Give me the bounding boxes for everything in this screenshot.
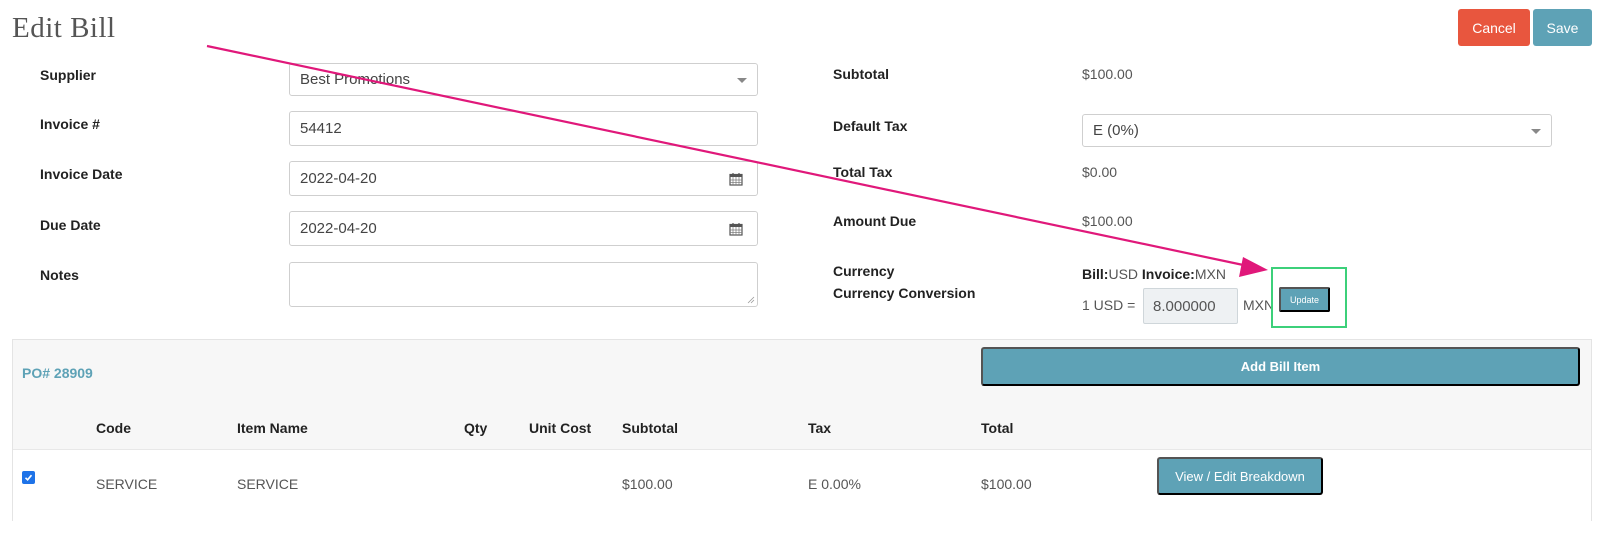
cell-total: $100.00 bbox=[981, 476, 1032, 492]
checkmark-icon bbox=[24, 474, 33, 481]
due-date-label: Due Date bbox=[40, 217, 101, 233]
currency-label: Currency bbox=[833, 263, 895, 279]
default-tax-select[interactable]: E (0%) bbox=[1082, 114, 1552, 147]
column-header-tax: Tax bbox=[808, 420, 832, 436]
supplier-value: Best Promotions bbox=[300, 71, 411, 88]
page-title: Edit Bill bbox=[12, 12, 116, 44]
amount-due-value: $100.00 bbox=[1082, 213, 1133, 229]
conversion-rate-input[interactable]: 8.000000 bbox=[1143, 288, 1238, 324]
view-edit-breakdown-button[interactable]: View / Edit Breakdown bbox=[1157, 457, 1323, 495]
cell-tax: E 0.00% bbox=[808, 476, 861, 492]
notes-label: Notes bbox=[40, 267, 79, 283]
save-button[interactable]: Save bbox=[1533, 9, 1592, 46]
supplier-label: Supplier bbox=[40, 67, 97, 83]
default-tax-value: E (0%) bbox=[1093, 122, 1139, 139]
column-header-code: Code bbox=[96, 420, 131, 436]
column-header-unit-cost: Unit Cost bbox=[529, 420, 592, 436]
highlight-box bbox=[1271, 267, 1347, 328]
calendar-icon[interactable] bbox=[729, 172, 743, 186]
invoice-number-value: 54412 bbox=[300, 120, 342, 137]
invoice-number-input[interactable]: 54412 bbox=[289, 111, 758, 146]
conversion-rate-value: 8.000000 bbox=[1153, 297, 1216, 315]
column-header-qty: Qty bbox=[464, 420, 488, 436]
cell-subtotal: $100.00 bbox=[622, 476, 673, 492]
subtotal-label: Subtotal bbox=[833, 66, 889, 82]
invoice-date-input[interactable]: 2022-04-20 bbox=[289, 161, 758, 196]
due-date-input[interactable]: 2022-04-20 bbox=[289, 211, 758, 246]
po-title: PO# 28909 bbox=[22, 365, 93, 381]
arrowhead-icon bbox=[1239, 257, 1268, 277]
column-header-subtotal: Subtotal bbox=[622, 420, 678, 436]
supplier-select[interactable]: Best Promotions bbox=[289, 63, 758, 96]
cell-item-name: SERVICE bbox=[237, 476, 299, 492]
default-tax-label: Default Tax bbox=[833, 118, 908, 134]
column-header-item-name: Item Name bbox=[237, 420, 308, 436]
column-header-total: Total bbox=[981, 420, 1014, 436]
add-bill-item-button[interactable]: Add Bill Item bbox=[981, 347, 1580, 386]
conversion-suffix: MXN bbox=[1243, 297, 1275, 313]
resize-grip-icon[interactable] bbox=[747, 296, 755, 304]
total-tax-value: $0.00 bbox=[1082, 164, 1118, 180]
invoice-currency-label: Invoice: bbox=[1141, 266, 1195, 282]
calendar-icon[interactable] bbox=[729, 222, 743, 236]
invoice-date-label: Invoice Date bbox=[40, 166, 123, 182]
bill-currency-label: Bill: bbox=[1082, 266, 1109, 282]
conversion-prefix: 1 USD = bbox=[1082, 297, 1136, 313]
invoice-currency-value: MXN bbox=[1194, 266, 1226, 282]
invoice-date-value: 2022-04-20 bbox=[300, 170, 377, 187]
cell-code: SERVICE bbox=[96, 476, 158, 492]
invoice-number-label: Invoice # bbox=[40, 116, 100, 132]
currency-conversion-label: Currency Conversion bbox=[833, 285, 976, 301]
currency-summary: Bill:USD Invoice:MXN bbox=[1082, 266, 1226, 282]
subtotal-value: $100.00 bbox=[1082, 66, 1133, 82]
chevron-down-icon bbox=[1531, 128, 1541, 134]
notes-textarea[interactable] bbox=[289, 262, 758, 307]
bill-currency-value: USD bbox=[1108, 266, 1139, 282]
amount-due-label: Amount Due bbox=[833, 213, 917, 229]
due-date-value: 2022-04-20 bbox=[300, 220, 377, 237]
cancel-button[interactable]: Cancel bbox=[1458, 9, 1530, 46]
chevron-down-icon bbox=[737, 77, 747, 83]
total-tax-label: Total Tax bbox=[833, 164, 893, 180]
row-checkbox[interactable] bbox=[22, 471, 35, 484]
